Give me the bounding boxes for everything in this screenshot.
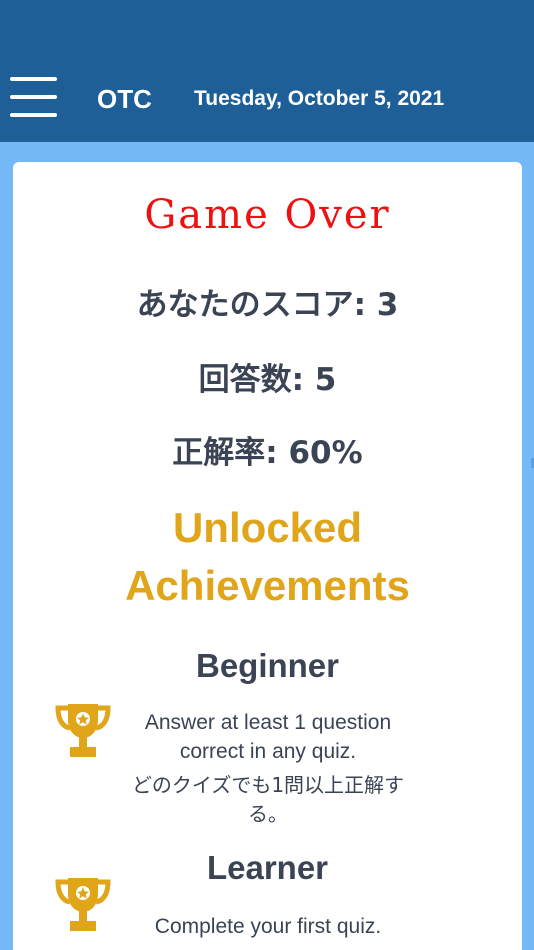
game-over-title: Game Over [144,192,391,238]
result-card: Game Over あなたのスコア: 3 回答数: 5 正解率: 60% Unl… [13,162,522,950]
answered-count-text: 回答数: 5 [198,362,337,398]
heading-line-2: Achievements [125,562,410,609]
app-header: OTC Tuesday, October 5, 2021 [0,0,534,142]
achievement-description-learner: Complete your first quiz. [154,915,382,938]
hamburger-menu-icon[interactable] [10,77,57,119]
unlocked-achievements-heading: Unlocked Achievements [13,499,522,615]
trophy-icon [55,704,111,757]
heading-line-1: Unlocked [172,504,363,551]
current-date: Tuesday, October 5, 2021 [194,87,445,110]
accuracy-rate-text: 正解率: 60% [172,435,363,471]
achievement-description-beginner: Answer at least 1 question correct in an… [144,711,392,763]
app-brand[interactable]: OTC [97,84,152,115]
score-text: あなたのスコア: 3 [136,287,399,323]
achievement-description-ja-beginner: どのクイズでも1問以上正解する。 [131,773,405,826]
trophy-icon [55,878,111,931]
achievement-name-beginner: Beginner [195,647,340,684]
